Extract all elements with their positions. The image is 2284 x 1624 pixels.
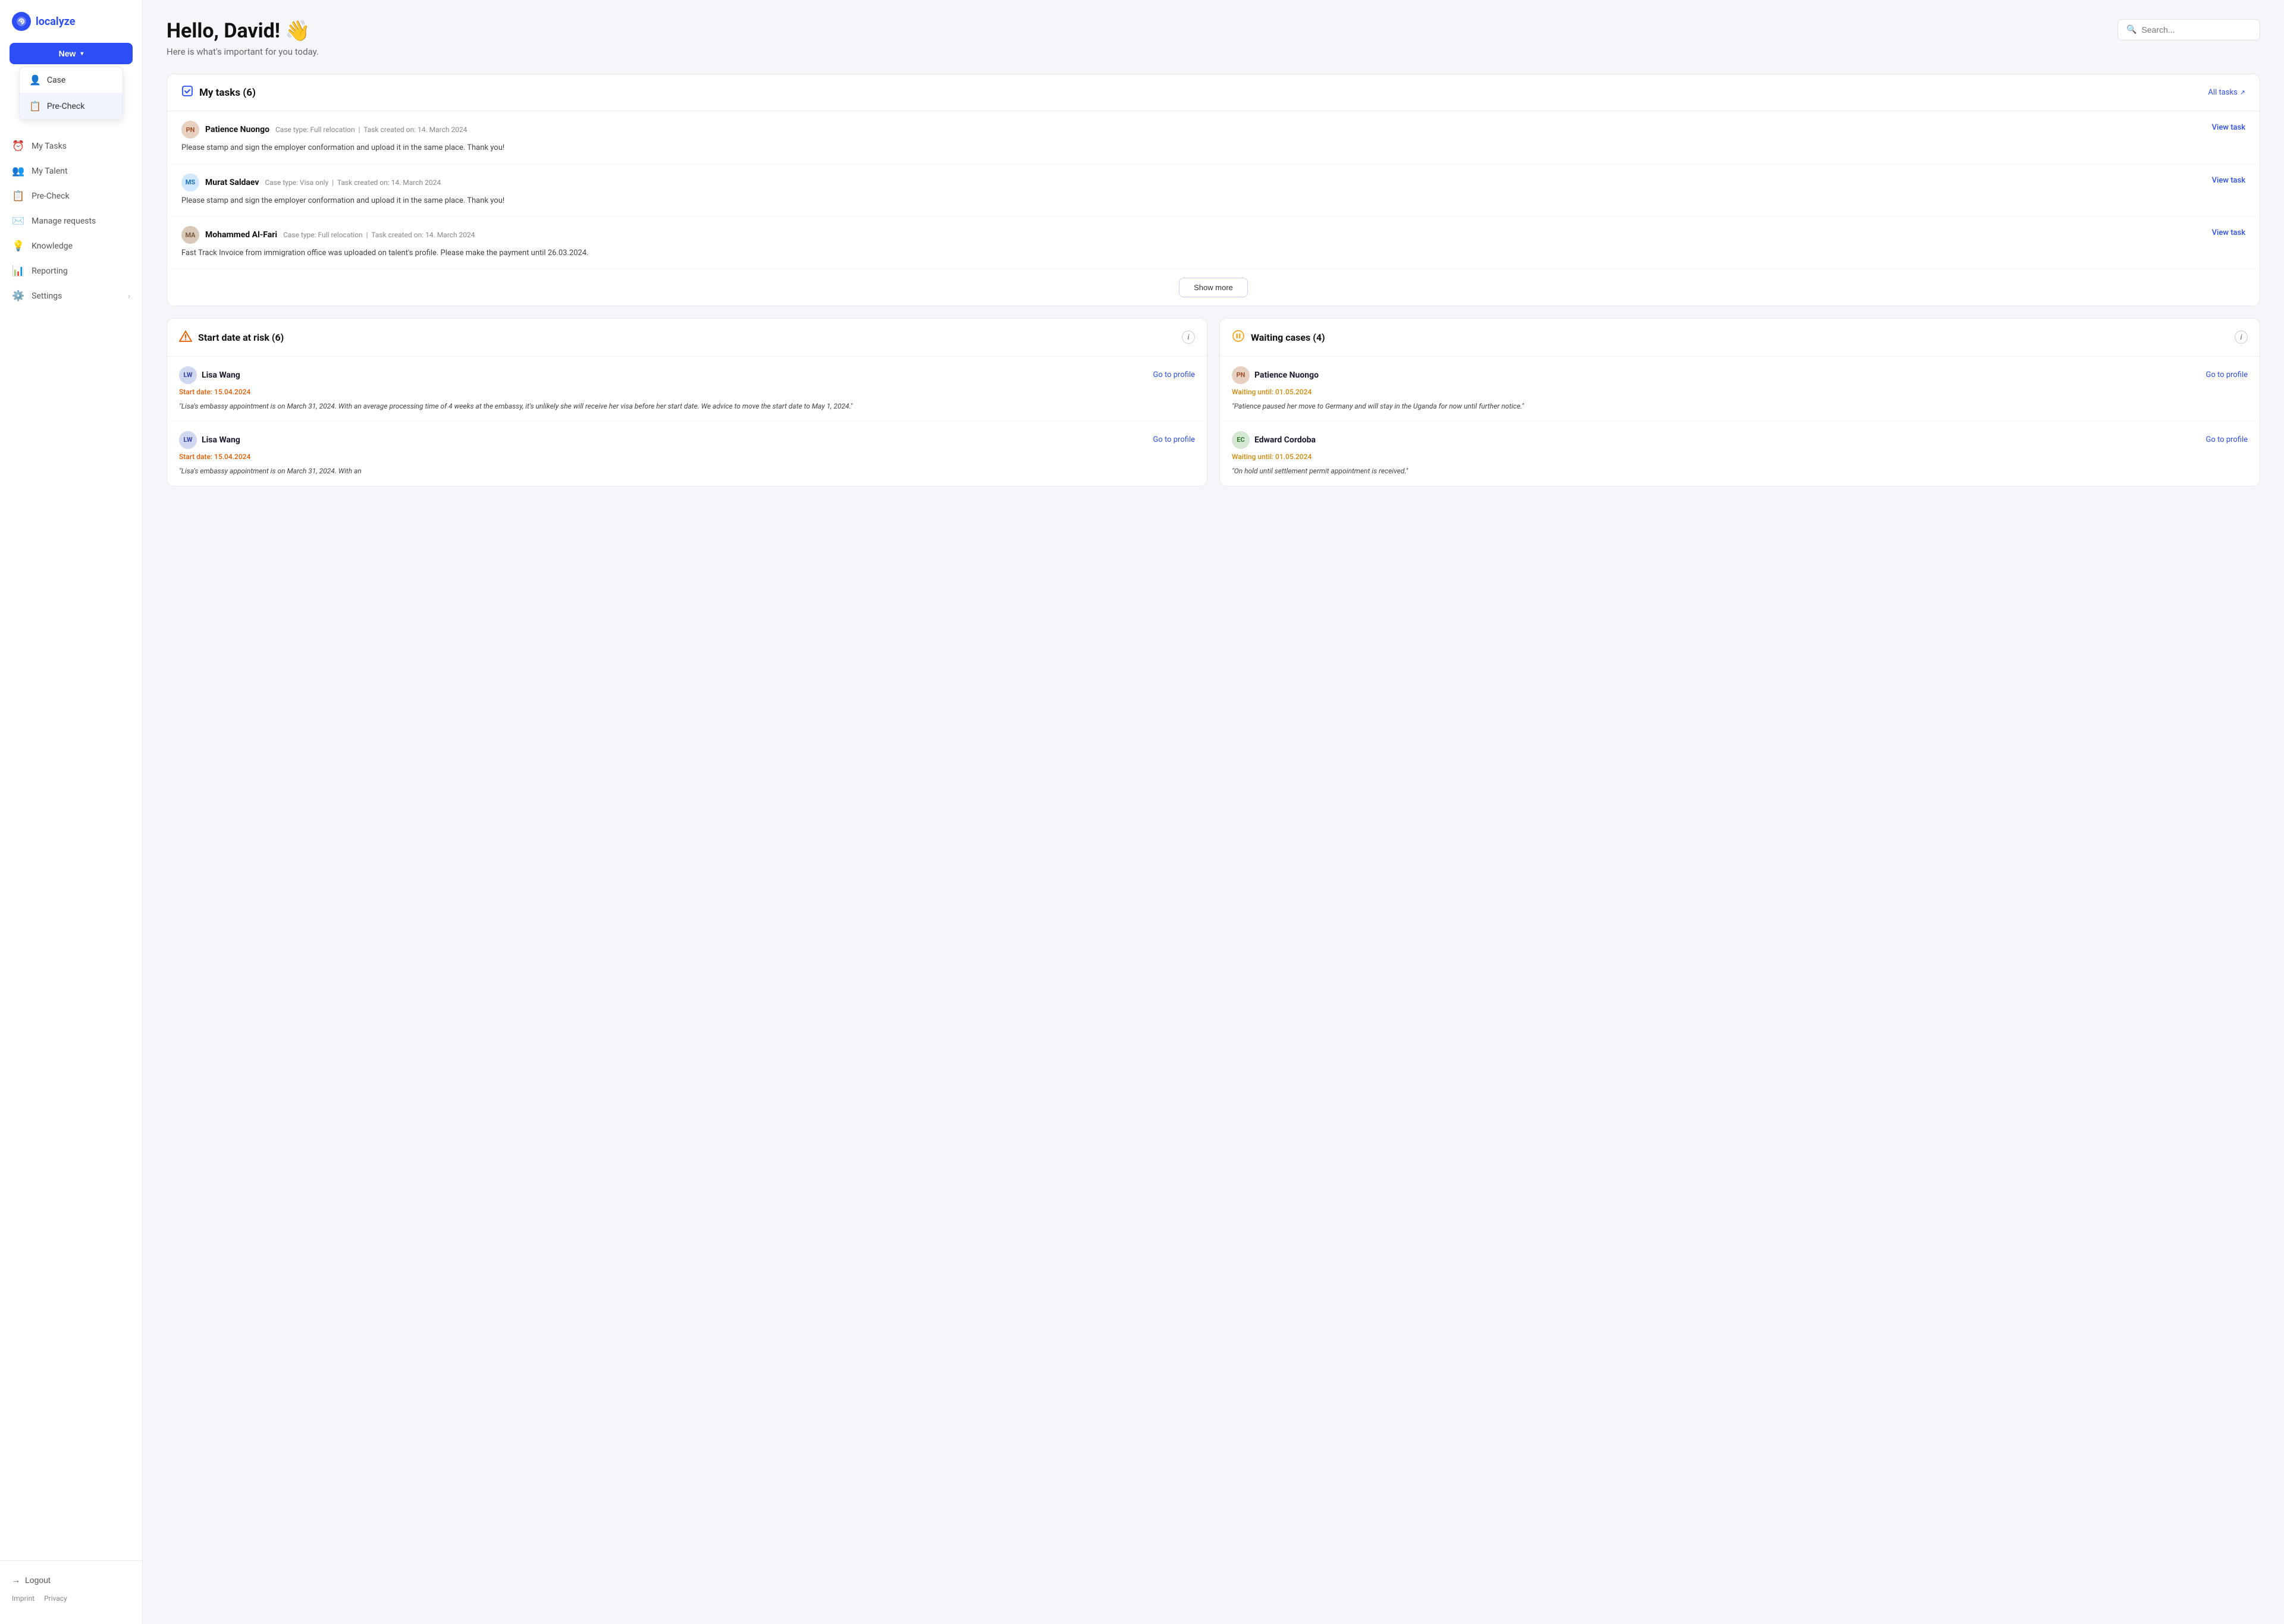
chart-icon: 📊 [12, 265, 24, 277]
privacy-link[interactable]: Privacy [44, 1594, 67, 1603]
waiting-person-item: PN Patience Nuongo Go to profile Waiting… [1220, 357, 2260, 422]
go-to-profile-link[interactable]: Go to profile [2205, 370, 2248, 379]
clipboard-icon: 📋 [12, 190, 24, 202]
search-bar[interactable]: 🔍 [2117, 19, 2260, 40]
sidebar-item-manage-requests[interactable]: ✉️ Manage requests [0, 209, 142, 234]
chevron-down-icon: ▾ [80, 51, 83, 57]
precheck-icon: 📋 [29, 100, 41, 112]
waiting-person-item: EC Edward Cordoba Go to profile Waiting … [1220, 422, 2260, 486]
search-input[interactable] [2141, 25, 2251, 34]
avatar: LW [179, 431, 197, 449]
logout-icon: → [12, 1575, 20, 1585]
gear-icon: ⚙️ [12, 290, 24, 302]
waiting-date-badge: Waiting until: 01.05.2024 [1232, 453, 2248, 461]
clock-icon: ⏰ [12, 140, 24, 152]
external-link-icon: ↗ [2240, 89, 2245, 96]
footer-links: Imprint Privacy [12, 1594, 130, 1603]
logo-icon [12, 12, 31, 31]
avatar: MA [181, 226, 199, 244]
sidebar-item-my-tasks[interactable]: ⏰ My Tasks [0, 134, 142, 159]
waiting-date-badge: Waiting until: 01.05.2024 [1232, 388, 2248, 396]
avatar: LW [179, 366, 197, 384]
mail-icon: ✉️ [12, 215, 24, 227]
new-button-container: New ▾ 👤 Case 📋 Pre-Check [0, 43, 142, 124]
task-item: MS Murat Saldaev Case type: Visa only | … [167, 164, 2260, 217]
view-task-button[interactable]: View task [2212, 174, 2245, 185]
sidebar-nav: ⏰ My Tasks 👥 My Talent 📋 Pre-Check ✉️ Ma… [0, 129, 142, 1560]
greeting-subtitle: Here is what's important for you today. [167, 46, 319, 57]
greeting-section: Hello, David! 👋 Here is what's important… [167, 19, 319, 57]
sidebar-item-settings[interactable]: ⚙️ Settings › [0, 284, 142, 309]
dropdown-item-case[interactable]: 👤 Case [20, 67, 123, 93]
new-dropdown-menu: 👤 Case 📋 Pre-Check [19, 67, 123, 120]
person-description: "Patience paused her move to Germany and… [1232, 401, 2248, 412]
bottom-cards: Start date at risk (6) i LW Lisa Wang Go… [167, 318, 2260, 486]
view-task-button[interactable]: View task [2212, 121, 2245, 132]
people-icon: 👥 [12, 165, 24, 177]
checkbox-icon [181, 85, 193, 100]
search-icon: 🔍 [2126, 25, 2136, 34]
task-item: PN Patience Nuongo Case type: Full reloc… [167, 111, 2260, 164]
tasks-title: My tasks (6) [181, 85, 256, 100]
risk-person-item: LW Lisa Wang Go to profile Start date: 1… [167, 357, 1207, 422]
pause-icon [1232, 329, 1245, 345]
logout-button[interactable]: → Logout [12, 1570, 51, 1590]
warning-icon [179, 329, 192, 345]
waiting-cases-card: Waiting cases (4) i PN Patience Nuongo G… [1219, 318, 2260, 486]
new-button[interactable]: New ▾ [10, 43, 133, 64]
info-icon[interactable]: i [2235, 331, 2248, 344]
sidebar-item-my-talent[interactable]: 👥 My Talent [0, 159, 142, 184]
page-header: Hello, David! 👋 Here is what's important… [167, 19, 2260, 57]
person-description: "On hold until settlement permit appoint… [1232, 466, 2248, 476]
dropdown-item-precheck[interactable]: 📋 Pre-Check [20, 93, 123, 119]
imprint-link[interactable]: Imprint [12, 1594, 34, 1603]
start-date-card: Start date at risk (6) i LW Lisa Wang Go… [167, 318, 1207, 486]
start-date-badge: Start date: 15.04.2024 [179, 453, 1195, 461]
sidebar: localyze New ▾ 👤 Case 📋 Pre-Check ⏰ [0, 0, 143, 1624]
info-icon[interactable]: i [1182, 331, 1195, 344]
sidebar-item-pre-check[interactable]: 📋 Pre-Check [0, 184, 142, 209]
show-more-button[interactable]: Show more [1179, 278, 1248, 297]
task-item: MA Mohammed Al-Fari Case type: Full relo… [167, 216, 2260, 269]
sidebar-item-reporting[interactable]: 📊 Reporting [0, 259, 142, 284]
main-content: Hello, David! 👋 Here is what's important… [143, 0, 2284, 1624]
sidebar-item-knowledge[interactable]: 💡 Knowledge [0, 234, 142, 259]
avatar: MS [181, 174, 199, 191]
sidebar-bottom: → Logout Imprint Privacy [0, 1560, 142, 1612]
person-description: "Lisa's embassy appointment is on March … [179, 401, 1195, 412]
start-date-badge: Start date: 15.04.2024 [179, 388, 1195, 396]
avatar: EC [1232, 431, 1250, 449]
waiting-cases-title: Waiting cases (4) [1232, 329, 1325, 345]
logo: localyze [0, 12, 142, 43]
lightbulb-icon: 💡 [12, 240, 24, 252]
tasks-card: My tasks (6) All tasks ↗ PN Patience Nuo… [167, 74, 2260, 306]
risk-person-item: LW Lisa Wang Go to profile Start date: 1… [167, 422, 1207, 486]
show-more-container: Show more [167, 269, 2260, 306]
go-to-profile-link[interactable]: Go to profile [1153, 435, 1195, 444]
go-to-profile-link[interactable]: Go to profile [1153, 370, 1195, 379]
waiting-cases-header: Waiting cases (4) i [1220, 319, 2260, 357]
avatar: PN [181, 121, 199, 139]
greeting-title: Hello, David! 👋 [167, 19, 319, 43]
all-tasks-link[interactable]: All tasks ↗ [2208, 88, 2245, 97]
start-date-title: Start date at risk (6) [179, 329, 284, 345]
chevron-right-icon: › [128, 292, 130, 300]
logo-text: localyze [36, 15, 76, 28]
go-to-profile-link[interactable]: Go to profile [2205, 435, 2248, 444]
tasks-card-header: My tasks (6) All tasks ↗ [167, 74, 2260, 111]
case-icon: 👤 [29, 74, 41, 86]
avatar: PN [1232, 366, 1250, 384]
view-task-button[interactable]: View task [2212, 226, 2245, 237]
person-description: "Lisa's embassy appointment is on March … [179, 466, 1195, 476]
start-date-header: Start date at risk (6) i [167, 319, 1207, 357]
